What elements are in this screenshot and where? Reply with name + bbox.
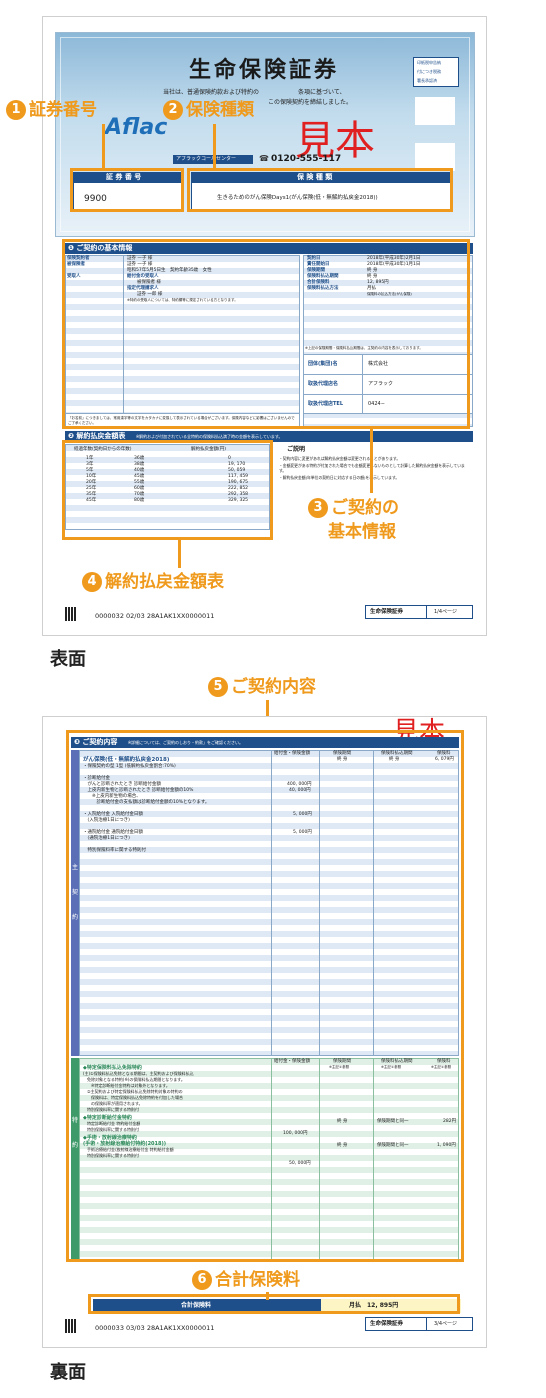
callout-4-badge: 4: [82, 572, 102, 592]
callout-1-badge: 1: [6, 100, 26, 120]
tax-stamp-box: 印紙税申告納 付につき税務 署長承認済: [413, 57, 459, 87]
white-seal-box: [415, 97, 455, 125]
leader-insurance-type: [213, 124, 216, 170]
stamp-line-1: 印紙税申告納: [417, 60, 441, 65]
callout-6-badge: 6: [192, 1270, 212, 1290]
callout-5-text: ご契約内容: [231, 677, 316, 697]
callout-total-premium: 6 合計保険料: [190, 1270, 302, 1290]
back-side-label: 裏面: [50, 1362, 86, 1383]
back-footer-code: 0000033 03/03 28A1AK1XX0000011: [95, 1324, 215, 1332]
leader-surrender-table: [178, 540, 181, 568]
explain-line-2: ・金額変更がある特約が付加された場合でも金額変更しないものとして計算した解約払戻…: [279, 463, 465, 473]
explain-line-3: ・解約払戻金額(年単位の契約日に対応する日の額)を表示しています。: [279, 475, 400, 480]
callout-1-text: 証券番号: [29, 100, 97, 120]
front-page-tag-divider: [426, 606, 427, 618]
call-center-label: アフラックコールセンター: [176, 156, 237, 162]
front-footer-code: 0000032 02/03 28A1AK1XX0000011: [95, 612, 215, 620]
callout-3-text: ご契約の: [331, 498, 399, 518]
leader-policy-number: [102, 124, 105, 170]
intro-line-1: 当社は、普通保険約款および特約の: [163, 89, 260, 96]
explain-title: ご説明: [287, 446, 306, 453]
intro-line-2: 条項に基づいて、: [298, 89, 346, 96]
surrender-value-title: ❷ 解約払戻金額表: [68, 432, 126, 440]
callout-surrender-table: 4 解約払戻金額表: [82, 572, 224, 592]
callout-2-text: 保険種類: [186, 100, 254, 120]
callout-basic-info: 3 ご契約の: [308, 498, 399, 518]
highlight-surrender-table: [62, 440, 273, 540]
stamp-line-2: 付につき税務: [417, 69, 441, 74]
callout-insurance-type: 2 保険種類: [163, 100, 254, 120]
white-seal-box-2: [415, 143, 455, 171]
surrender-value-note: ※解約および付加されている全特約の保険料払込満了時の金額を表示しています。: [135, 434, 283, 439]
phone-icon: ☎: [259, 154, 269, 163]
phone-number: 0120-555-117: [271, 154, 342, 164]
back-page-tag-label: 生命保険証券: [370, 1321, 404, 1327]
back-page-tag-divider: [426, 1318, 427, 1330]
highlight-insurance-type: [187, 168, 453, 212]
callout-2-badge: 2: [163, 100, 183, 120]
back-barcode: [65, 1319, 77, 1333]
front-page-tag: 生命保険証券 1/4ページ: [365, 605, 473, 619]
aflac-logo: Aflac: [105, 115, 168, 140]
callout-3-badge: 3: [308, 498, 328, 518]
intro-line-3: この保険契約を締結しました。: [268, 99, 353, 106]
highlight-contract-details: [66, 730, 464, 1262]
back-page-tag: 生命保険証券 3/4ページ: [365, 1317, 473, 1331]
callout-basic-info-line2: 基本情報: [328, 522, 396, 542]
explain-line-1: ・契約内容に変更があれば解約払戻金額は変更されることがあります。: [279, 456, 401, 461]
highlight-basic-info: [62, 239, 470, 429]
callout-policy-number: 1 証券番号: [6, 100, 97, 120]
callout-contract-details: 5 ご契約内容: [208, 677, 316, 697]
callout-4-text: 解約払戻金額表: [105, 572, 224, 592]
callout-6-text: 合計保険料: [215, 1270, 300, 1290]
stamp-line-3: 署長承認済: [417, 78, 437, 83]
back-page-tag-page: 3/4ページ: [434, 1321, 457, 1327]
front-barcode: [65, 607, 77, 621]
leader-basic-info: [370, 429, 373, 493]
highlight-policy-number: [70, 168, 184, 212]
front-side-label: 表面: [50, 649, 86, 670]
front-page-tag-label: 生命保険証券: [370, 609, 404, 615]
callout-5-badge: 5: [208, 677, 228, 697]
front-page-tag-page: 1/4ページ: [434, 609, 457, 615]
highlight-total-premium: [88, 1294, 460, 1314]
certificate-title: 生命保険証券: [189, 57, 340, 83]
